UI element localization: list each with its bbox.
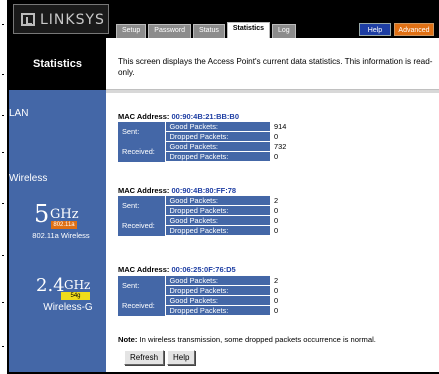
mac-address-label: MAC Address: bbox=[118, 265, 170, 274]
page-description: This screen displays the Access Point's … bbox=[118, 57, 433, 77]
received-label: Received: bbox=[118, 141, 166, 162]
sent-dropped-value: 0 bbox=[270, 205, 341, 216]
table-row: Sent: Good Packets: 2 bbox=[118, 276, 341, 296]
dropped-packets-label: Dropped Packets: bbox=[165, 151, 270, 162]
sent-good-value: 2 bbox=[270, 196, 341, 206]
table-row: Sent: Good Packets: 914 bbox=[118, 122, 341, 142]
stats-table-5ghz: Sent: Good Packets: 2 Dropped Packets: 0… bbox=[118, 196, 341, 236]
badge-24ghz-caption: Wireless-G bbox=[43, 302, 93, 313]
tab-password[interactable]: Password bbox=[148, 24, 192, 38]
received-good-value: 0 bbox=[270, 215, 341, 226]
linksys-logo: LINKSYS bbox=[13, 4, 109, 34]
tab-statistics[interactable]: Statistics bbox=[226, 22, 271, 38]
dropped-packets-label: Dropped Packets: bbox=[165, 131, 270, 142]
tab-bar: Setup Password Status Statistics Log bbox=[116, 22, 296, 38]
sidebar-lan-label: LAN bbox=[9, 108, 29, 119]
sent-label: Sent: bbox=[118, 122, 166, 142]
stats-table-24ghz: Sent: Good Packets: 2 Dropped Packets: 0… bbox=[118, 276, 341, 316]
tab-setup[interactable]: Setup bbox=[116, 24, 147, 38]
help-button[interactable]: Help bbox=[167, 350, 196, 365]
table-row: Sent: Good Packets: 2 bbox=[118, 196, 341, 216]
badge-5ghz-caption: 802.11a Wireless bbox=[32, 231, 90, 240]
page-title: Statistics bbox=[33, 58, 82, 70]
good-packets-label: Good Packets: bbox=[165, 276, 270, 286]
received-dropped-value: 0 bbox=[270, 225, 341, 236]
table-row: Received: Good Packets: 0 bbox=[118, 295, 341, 316]
badge-24ghz-unit: GHz bbox=[64, 278, 91, 292]
good-packets-label: Good Packets: bbox=[165, 196, 270, 206]
table-row: Received: Good Packets: 0 bbox=[118, 215, 341, 236]
badge-5ghz-pill: 802.11a bbox=[51, 221, 77, 229]
tab-status[interactable]: Status bbox=[193, 24, 225, 38]
mac-address-line-24ghz: MAC Address: 00:06:25:0F:76:D5 bbox=[118, 265, 236, 274]
brand-name: LINKSYS bbox=[40, 12, 105, 28]
mac-address-value: 00:90:4B:80:FF:78 bbox=[171, 186, 237, 195]
page-title-band: Statistics bbox=[9, 38, 106, 90]
received-dropped-value: 0 bbox=[270, 151, 341, 162]
mac-address-value: 00:90:4B:21:BB:B0 bbox=[171, 112, 240, 121]
sent-dropped-value: 0 bbox=[270, 131, 341, 142]
sidebar-wireless-label: Wireless bbox=[9, 173, 48, 184]
note-text: Note: In wireless transmission, some dro… bbox=[118, 335, 376, 344]
advanced-tab-button[interactable]: Advanced bbox=[394, 23, 434, 36]
received-label: Received: bbox=[118, 295, 166, 316]
dropped-packets-label: Dropped Packets: bbox=[165, 285, 270, 296]
badge-5ghz-logo: 5 GHz 802.11a 802.11a Wireless bbox=[28, 200, 90, 248]
dropped-packets-label: Dropped Packets: bbox=[165, 205, 270, 216]
mac-address-label: MAC Address: bbox=[118, 186, 170, 195]
mac-address-value: 00:06:25:0F:76:D5 bbox=[171, 265, 236, 274]
good-packets-label: Good Packets: bbox=[165, 295, 270, 306]
linksys-mark-icon bbox=[21, 13, 35, 26]
mac-address-line-lan: MAC Address: 00:90:4B:21:BB:B0 bbox=[118, 112, 239, 121]
note-prefix: Note: bbox=[118, 335, 138, 344]
sent-label: Sent: bbox=[118, 276, 166, 296]
header-bar: LINKSYS Setup Password Status Statistics… bbox=[9, 0, 439, 38]
dropped-packets-label: Dropped Packets: bbox=[165, 225, 270, 236]
mac-address-line-5ghz: MAC Address: 00:90:4B:80:FF:78 bbox=[118, 186, 236, 195]
divider bbox=[106, 89, 439, 93]
note-body: In wireless transmission, some dropped p… bbox=[137, 335, 376, 344]
badge-5ghz-unit: GHz bbox=[50, 207, 79, 222]
stats-table-lan: Sent: Good Packets: 914 Dropped Packets:… bbox=[118, 122, 341, 162]
badge-24ghz-pill: 54g bbox=[61, 292, 90, 300]
sent-good-value: 914 bbox=[270, 122, 341, 132]
sent-label: Sent: bbox=[118, 196, 166, 216]
received-good-value: 0 bbox=[270, 295, 341, 306]
help-tab-button[interactable]: Help bbox=[359, 23, 391, 36]
good-packets-label: Good Packets: bbox=[165, 122, 270, 132]
badge-24ghz-logo: 2.4 GHz 54g Wireless-G bbox=[36, 275, 106, 321]
mac-address-label: MAC Address: bbox=[118, 112, 170, 121]
sent-good-value: 2 bbox=[270, 276, 341, 286]
badge-5ghz-number: 5 bbox=[34, 200, 50, 228]
table-row: Received: Good Packets: 732 bbox=[118, 141, 341, 162]
received-dropped-value: 0 bbox=[270, 305, 341, 316]
sent-dropped-value: 0 bbox=[270, 285, 341, 296]
refresh-button[interactable]: Refresh bbox=[124, 350, 165, 365]
received-good-value: 732 bbox=[270, 141, 341, 152]
received-label: Received: bbox=[118, 215, 166, 236]
good-packets-label: Good Packets: bbox=[165, 215, 270, 226]
dropped-packets-label: Dropped Packets: bbox=[165, 305, 270, 316]
tab-log[interactable]: Log bbox=[272, 24, 296, 38]
good-packets-label: Good Packets: bbox=[165, 141, 270, 152]
